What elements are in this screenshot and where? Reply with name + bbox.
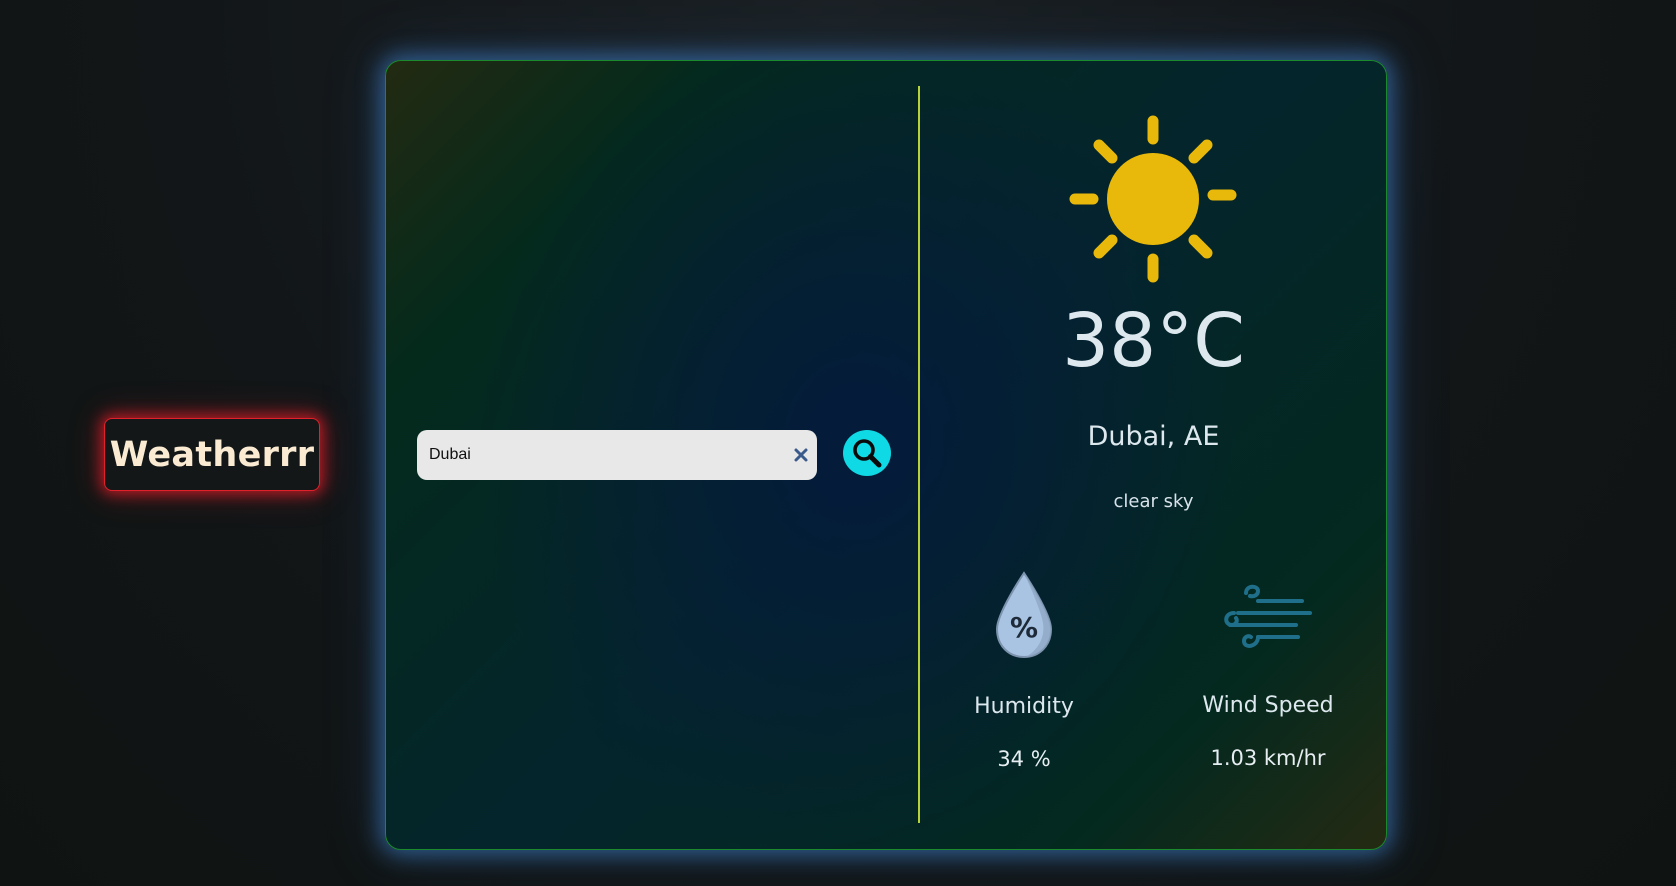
- app-title: Weatherrr: [109, 434, 315, 475]
- humidity-value: 34 %: [997, 747, 1051, 771]
- search-icon: [853, 439, 882, 468]
- search-button[interactable]: [843, 430, 891, 476]
- sun-icon: [1069, 115, 1237, 283]
- wind-icon: [1224, 584, 1312, 648]
- location-label: Dubai, AE: [1087, 421, 1220, 452]
- humidity-label: Humidity: [974, 694, 1074, 719]
- close-icon[interactable]: [791, 445, 811, 465]
- wind-speed-value: 1.03 km/hr: [1210, 746, 1326, 770]
- city-search-input[interactable]: [417, 430, 781, 480]
- svg-text:%: %: [1010, 611, 1038, 644]
- wind-speed-label: Wind Speed: [1202, 693, 1334, 718]
- app-logo-badge: Weatherrr: [104, 418, 320, 491]
- weather-card: 38°C Dubai, AE clear sky % Humidity 34 %…: [385, 60, 1387, 850]
- humidity-drop-icon: %: [995, 571, 1053, 659]
- weather-description: clear sky: [1113, 491, 1194, 512]
- search-box: [417, 430, 817, 480]
- temperature: 38°C: [1062, 298, 1245, 384]
